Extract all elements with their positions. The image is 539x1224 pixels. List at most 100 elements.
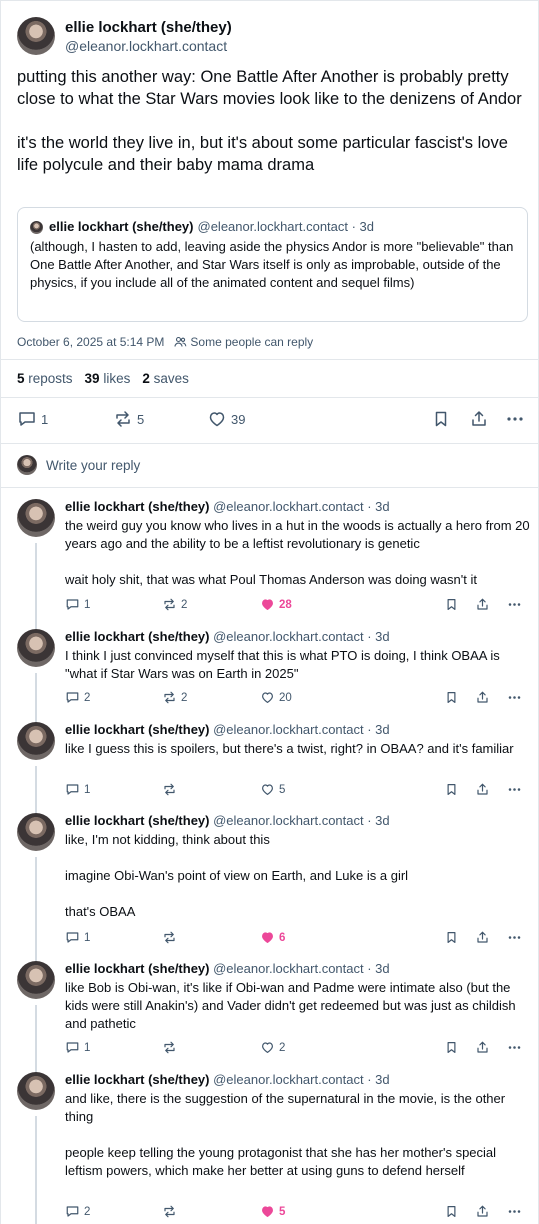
- thread-line: [35, 857, 37, 961]
- more-button[interactable]: [507, 930, 522, 945]
- heart-icon: [262, 1206, 273, 1217]
- more-button[interactable]: [507, 597, 522, 612]
- reply-count: 1: [84, 598, 91, 611]
- reply-header: ellie lockhart (she/they) @eleanor.lockh…: [65, 628, 390, 645]
- reply-setting[interactable]: Some people can reply: [174, 335, 313, 349]
- reply-count: 2: [84, 691, 91, 704]
- like-button[interactable]: 5: [260, 1204, 285, 1219]
- heart-icon: [262, 932, 273, 943]
- divider: [1, 397, 538, 398]
- reply-count: 1: [84, 783, 91, 796]
- bookmark-button[interactable]: [431, 409, 451, 429]
- bookmark-button[interactable]: [444, 930, 459, 945]
- repost-button[interactable]: [162, 1204, 181, 1219]
- reply-actions: 16: [65, 930, 527, 948]
- bookmark-button[interactable]: [444, 1040, 459, 1055]
- reply-button[interactable]: 1: [65, 1040, 90, 1055]
- more-icon: [508, 1210, 521, 1213]
- avatar[interactable]: [17, 499, 55, 537]
- more-button[interactable]: [507, 690, 522, 705]
- more-button[interactable]: [507, 1204, 522, 1219]
- repost-icon: [164, 598, 175, 611]
- bookmark-icon: [447, 1206, 456, 1217]
- bookmark-icon: [447, 692, 456, 703]
- reply-header: ellie lockhart (she/they) @eleanor.lockh…: [65, 721, 390, 738]
- repost-button[interactable]: 2: [162, 690, 187, 705]
- likes-stat[interactable]: 39 likes: [85, 371, 131, 386]
- reply-prompt[interactable]: Write your reply: [46, 458, 140, 473]
- heart-icon: [262, 1042, 273, 1053]
- author-name[interactable]: ellie lockhart (she/they): [65, 813, 210, 828]
- post-timestamp[interactable]: October 6, 2025 at 5:14 PM: [17, 335, 164, 349]
- author-name[interactable]: ellie lockhart (she/they): [65, 18, 232, 37]
- share-button[interactable]: [475, 930, 490, 945]
- like-button[interactable]: 5: [260, 782, 285, 797]
- author-handle[interactable]: @eleanor.lockhart.contact · 3d: [210, 813, 390, 828]
- avatar[interactable]: [17, 629, 55, 667]
- repost-button[interactable]: 2: [162, 597, 187, 612]
- quoted-post[interactable]: ellie lockhart (she/they) @eleanor.lockh…: [17, 207, 528, 322]
- author-handle[interactable]: @eleanor.lockhart.contact · 3d: [210, 499, 390, 514]
- author-name[interactable]: ellie lockhart (she/they): [65, 499, 210, 514]
- comment-icon: [66, 1042, 79, 1053]
- share-button[interactable]: [475, 1040, 490, 1055]
- like-button[interactable]: 2: [260, 1040, 285, 1055]
- share-button[interactable]: [469, 409, 489, 429]
- reposts-stat[interactable]: 5 reposts: [17, 371, 73, 386]
- share-button[interactable]: [475, 690, 490, 705]
- author-name[interactable]: ellie lockhart (she/they): [65, 1072, 210, 1087]
- repost-icon: [164, 1205, 175, 1218]
- avatar[interactable]: [17, 17, 55, 55]
- more-button[interactable]: [507, 782, 522, 797]
- quote-author-handle: @eleanor.lockhart.contact · 3d: [197, 219, 375, 234]
- bookmark-button[interactable]: [444, 690, 459, 705]
- reply-button[interactable]: 2: [65, 1204, 90, 1219]
- repost-button[interactable]: [162, 1040, 181, 1055]
- reply-text: like I guess this is spoilers, but there…: [65, 741, 514, 756]
- share-button[interactable]: [475, 1204, 490, 1219]
- like-button[interactable]: 6: [260, 930, 285, 945]
- share-button[interactable]: [475, 782, 490, 797]
- reply-button[interactable]: 1: [17, 409, 48, 429]
- more-button[interactable]: [507, 1040, 522, 1055]
- more-icon: [507, 417, 523, 421]
- share-icon: [477, 691, 488, 703]
- avatar[interactable]: [17, 813, 55, 851]
- share-icon: [477, 1205, 488, 1217]
- reply-button[interactable]: 1: [65, 782, 90, 797]
- author-handle[interactable]: @eleanor.lockhart.contact · 3d: [210, 722, 390, 737]
- repost-button[interactable]: [162, 782, 181, 797]
- author-handle[interactable]: @eleanor.lockhart.contact · 3d: [210, 1072, 390, 1087]
- like-button[interactable]: 39: [207, 409, 245, 429]
- divider: [1, 359, 538, 360]
- repost-button[interactable]: 5: [113, 409, 144, 429]
- author-handle[interactable]: @eleanor.lockhart.contact · 3d: [210, 629, 390, 644]
- reply-button[interactable]: 1: [65, 597, 90, 612]
- reply-composer[interactable]: Write your reply: [17, 455, 140, 475]
- author-name[interactable]: ellie lockhart (she/they): [65, 629, 210, 644]
- author-handle[interactable]: @eleanor.lockhart.contact · 3d: [210, 961, 390, 976]
- reply-actions: 25: [65, 1204, 527, 1222]
- avatar[interactable]: [17, 1072, 55, 1110]
- thread-line: [35, 673, 37, 722]
- saves-stat[interactable]: 2 saves: [142, 371, 189, 386]
- avatar[interactable]: [17, 961, 55, 999]
- repost-count: 5: [137, 411, 145, 427]
- reply-button[interactable]: 2: [65, 690, 90, 705]
- bookmark-button[interactable]: [444, 597, 459, 612]
- repost-button[interactable]: [162, 930, 181, 945]
- more-button[interactable]: [505, 409, 525, 429]
- comment-icon: [19, 412, 35, 426]
- reply-button[interactable]: 1: [65, 930, 90, 945]
- share-button[interactable]: [475, 597, 490, 612]
- like-button[interactable]: 20: [260, 690, 292, 705]
- author-name[interactable]: ellie lockhart (she/they): [65, 961, 210, 976]
- bookmark-button[interactable]: [444, 782, 459, 797]
- author-handle[interactable]: @eleanor.lockhart.contact: [65, 37, 232, 55]
- like-button[interactable]: 28: [260, 597, 292, 612]
- bookmark-button[interactable]: [444, 1204, 459, 1219]
- comment-icon: [66, 1206, 79, 1217]
- author-name[interactable]: ellie lockhart (she/they): [65, 722, 210, 737]
- avatar[interactable]: [17, 722, 55, 760]
- heart-icon: [262, 599, 273, 610]
